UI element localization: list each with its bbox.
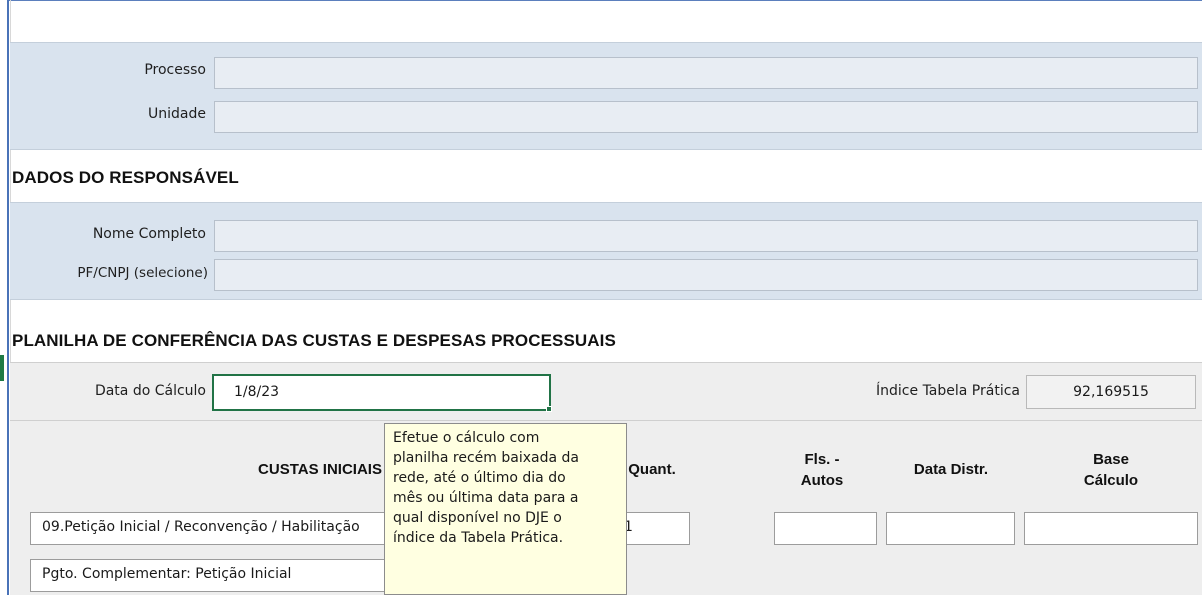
selected-row-marker (0, 355, 4, 381)
header-fls-line2: Autos (800, 472, 844, 489)
nome-completo-label: Nome Completo (92, 226, 206, 242)
data-calculo-input[interactable]: 1/8/23 (212, 374, 551, 411)
tooltip-line: rede, até o último dia do (393, 470, 566, 486)
tooltip-line: planilha recém baixada da (393, 450, 579, 466)
processo-field[interactable] (214, 57, 1198, 89)
row-1-data-distr[interactable] (886, 512, 1015, 545)
planilha-title: PLANILHA DE CONFERÊNCIA DAS CUSTAS E DES… (12, 331, 616, 350)
indice-value: 92,169515 (1026, 375, 1196, 409)
indice-label: Índice Tabela Prática (876, 383, 1020, 399)
pf-cnpj-select[interactable] (214, 259, 1198, 291)
header-data-distr: Data Distr. (913, 461, 989, 478)
sheet-top-border (7, 0, 1202, 1)
header-base-line1: Base (1093, 451, 1129, 468)
processo-label: Processo (144, 62, 206, 78)
fill-handle[interactable] (546, 406, 552, 412)
planilha-divider (10, 420, 1202, 421)
row-1-description[interactable]: 09.Petição Inicial / Reconvenção / Habil… (30, 512, 390, 545)
row-2-description[interactable]: Pgto. Complementar: Petição Inicial (30, 559, 390, 592)
header-base-line2: Cálculo (1083, 472, 1139, 489)
data-calculo-value: 1/8/23 (234, 384, 280, 400)
data-calculo-tooltip: Efetue o cálculo com planilha recém baix… (384, 423, 627, 595)
header-base-calculo: Base Cálculo (1024, 449, 1198, 491)
tooltip-line: Efetue o cálculo com (393, 430, 540, 446)
tooltip-line: mês ou última data para a (393, 490, 579, 506)
unidade-label: Unidade (148, 106, 206, 122)
sheet-left-border (7, 0, 9, 595)
row-1-fls-autos[interactable] (774, 512, 877, 545)
tooltip-line: índice da Tabela Prática. (393, 530, 564, 546)
tooltip-line: qual disponível no DJE o (393, 510, 562, 526)
row-1-base-calculo[interactable] (1024, 512, 1198, 545)
pf-cnpj-label: PF/CNPJ (selecione) (77, 265, 208, 281)
unidade-field[interactable] (214, 101, 1198, 133)
nome-completo-field[interactable] (214, 220, 1198, 252)
responsavel-title: DADOS DO RESPONSÁVEL (12, 168, 239, 187)
header-fls-line1: Fls. - (804, 451, 840, 468)
header-fls-autos: Fls. - Autos (772, 449, 872, 491)
data-calculo-label: Data do Cálculo (94, 383, 206, 399)
